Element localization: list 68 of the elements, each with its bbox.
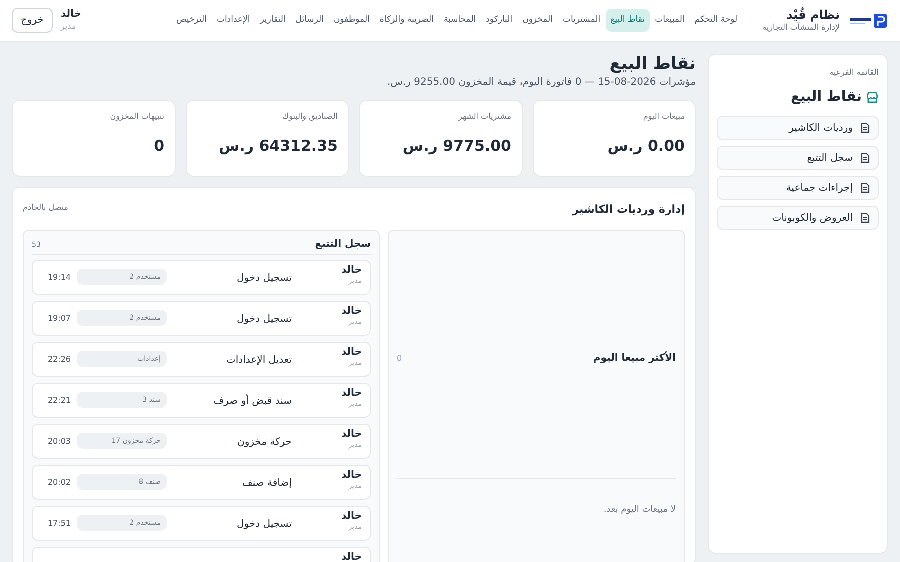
brand-subtitle: لإدارة المنشآت التجارية: [762, 23, 840, 33]
submenu-item[interactable]: ورديات الكاشير: [717, 116, 879, 140]
log-user: خالد: [340, 552, 362, 562]
nav-tab[interactable]: المشتريات: [558, 9, 606, 32]
nav-tab[interactable]: الضريبة والزكاة: [374, 9, 439, 32]
document-icon: [861, 213, 870, 223]
submenu-item[interactable]: العروض والكوبونات: [717, 206, 879, 230]
log-action: إضافة صنف: [242, 476, 292, 491]
document-icon: [861, 183, 870, 193]
nav-tab[interactable]: الترخيص: [171, 9, 212, 32]
log-user: خالد: [340, 428, 362, 442]
document-icon: [861, 123, 870, 133]
nav-tab[interactable]: الباركود: [481, 9, 518, 32]
stat-value: 0.00 ر.س: [606, 136, 685, 158]
stat-value: 0: [153, 136, 164, 158]
nav-tab[interactable]: المخزون: [518, 9, 558, 32]
log-time: 19:14: [48, 272, 71, 284]
nav-tab[interactable]: التقارير: [255, 9, 291, 32]
empty-message: لا مبيعات اليوم بعد.: [604, 505, 676, 516]
top-selling-count: 0: [397, 352, 402, 365]
user-name: خالد: [60, 9, 82, 22]
log-action: تسجيل دخول: [236, 518, 292, 532]
nav-tab[interactable]: لوحة التحكم: [690, 9, 743, 32]
page-title: نقاط البيع: [608, 54, 696, 76]
log-time: 20:02: [48, 476, 71, 489]
submenu-item[interactable]: إجراءات جماعية: [717, 176, 879, 200]
stat-value: 9775.00 ر.س: [402, 136, 512, 158]
stat-label: مشتريات الشهر: [457, 110, 512, 123]
store-icon: [866, 91, 879, 104]
log-user: خالد: [340, 306, 362, 318]
page-subtitle: مؤشرات 2026-08-15 — 0 فاتورة اليوم، قيمة المخزون 9255.00 ر.س.: [386, 77, 696, 90]
log-action: تسجيل دخول: [236, 272, 292, 286]
sidebar-title: نقاط البيع: [790, 88, 862, 107]
log-user: خالد: [340, 510, 362, 524]
log-time: 20:03: [48, 436, 71, 448]
log-user: خالد: [340, 264, 362, 278]
log-time: 19:07: [48, 312, 71, 325]
submenu-item[interactable]: سجل التتبع: [717, 146, 879, 170]
nav-tab[interactable]: المبيعات: [650, 9, 690, 32]
nav-tab[interactable]: المحاسبة: [438, 9, 482, 32]
log-user: خالد: [340, 346, 362, 360]
document-icon: [861, 153, 870, 163]
log-action: سند قبض أو صرف: [212, 394, 292, 409]
panel-title: إدارة ورديات الكاشير: [572, 202, 685, 218]
stat-label: مبيعات اليوم: [642, 110, 685, 123]
nav-tab[interactable]: الرسائل: [290, 9, 329, 32]
brand-title: نظام قُيْد: [786, 8, 840, 22]
sidebar-caption: القائمة الفرعية: [828, 67, 879, 79]
log-time: 17:51: [48, 518, 71, 530]
stat-value: 64312.35 ر.س: [218, 136, 338, 158]
connection-status: متصل بالخادم: [23, 202, 68, 214]
stat-label: تنبيهات المخزون: [109, 110, 164, 123]
logout-button[interactable]: خروج: [12, 8, 53, 33]
log-user: خالد: [340, 470, 362, 482]
log-time: 22:21: [48, 394, 71, 407]
log-user: خالد: [340, 388, 362, 400]
nav-tab[interactable]: الموظفون: [328, 9, 375, 32]
logo-icon: [848, 12, 888, 28]
stat-label: الصناديق والبنوك: [281, 110, 338, 123]
log-action: تسجيل دخول: [236, 312, 292, 327]
log-time: 22:26: [48, 354, 71, 366]
top-selling-title: الأكثر مبيعا اليوم: [593, 351, 676, 366]
log-action: حركة مخزون: [236, 436, 292, 450]
nav-tab[interactable]: الإعدادات: [212, 9, 256, 32]
user-role: مدير: [60, 22, 76, 32]
log-title: سجل التتبع: [315, 239, 371, 252]
log-action: تعديل الإعدادات: [225, 354, 292, 368]
nav-tab[interactable]: نقاط البيع: [606, 9, 650, 32]
